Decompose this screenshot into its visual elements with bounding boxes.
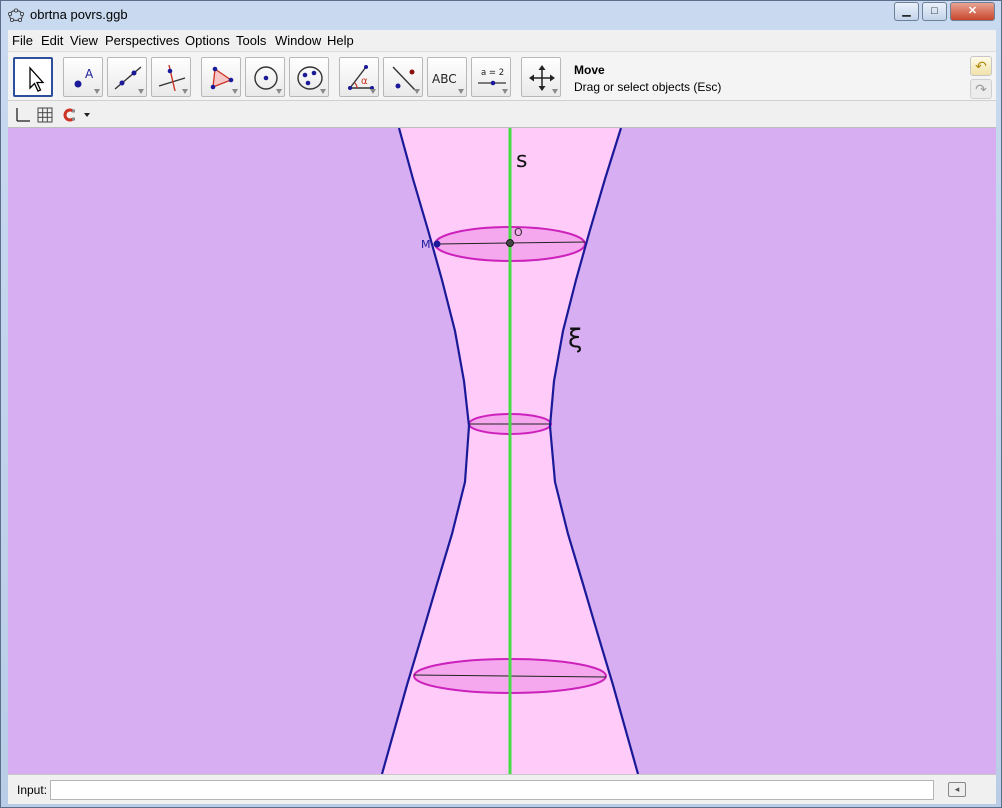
circle-tool[interactable] xyxy=(245,57,285,97)
dropdown-arrow-icon[interactable] xyxy=(78,106,96,124)
window-title: obrtna povrs.ggb xyxy=(30,7,128,22)
redo-button[interactable]: ↷ xyxy=(970,79,992,99)
menu-window[interactable]: Window xyxy=(275,33,321,48)
tool-menu-arrow-icon xyxy=(232,89,238,94)
point-O[interactable] xyxy=(506,239,514,247)
point-M[interactable] xyxy=(433,240,441,248)
point-tool-label: A xyxy=(85,67,94,81)
graphics-view[interactable]: s ξ M O xyxy=(8,128,996,774)
close-button[interactable]: ✕ xyxy=(950,2,995,21)
menu-file[interactable]: File xyxy=(12,33,33,48)
curve-label-xi: ξ xyxy=(568,324,583,354)
axis-label-s: s xyxy=(516,148,528,173)
current-tool-name: Move xyxy=(574,63,605,77)
magnet-icon[interactable] xyxy=(60,106,78,124)
text-tool-label: ABC xyxy=(432,72,457,86)
perpendicular-line-tool[interactable] xyxy=(151,57,191,97)
menu-options[interactable]: Options xyxy=(185,33,230,48)
menu-edit[interactable]: Edit xyxy=(41,33,63,48)
maximize-button[interactable]: □ xyxy=(922,2,947,21)
app-client-area: File Edit View Perspectives Options Tool… xyxy=(8,30,996,804)
line-tool[interactable] xyxy=(107,57,147,97)
point-tool[interactable]: A xyxy=(63,57,103,97)
point-label-O: O xyxy=(514,226,523,239)
title-bar[interactable]: obrtna povrs.ggb ▁ □ ✕ xyxy=(1,1,1001,29)
menu-perspectives[interactable]: Perspectives xyxy=(105,33,179,48)
toolbar: A α ABC a = 2 Move Drag or select object… xyxy=(8,51,996,101)
tool-menu-arrow-icon xyxy=(502,89,508,94)
menu-tools[interactable]: Tools xyxy=(236,33,266,48)
tool-menu-arrow-icon xyxy=(138,89,144,94)
tool-menu-arrow-icon xyxy=(276,89,282,94)
slider-tool[interactable]: a = 2 xyxy=(471,57,511,97)
slider-tool-label: a = 2 xyxy=(481,68,504,78)
graphics-drawing xyxy=(8,128,996,774)
input-bar: Input: ◂ xyxy=(8,774,996,804)
tool-menu-arrow-icon xyxy=(320,89,326,94)
polygon-tool[interactable] xyxy=(201,57,241,97)
app-window: obrtna povrs.ggb ▁ □ ✕ File Edit View Pe… xyxy=(0,0,1002,808)
tool-menu-arrow-icon xyxy=(552,89,558,94)
text-tool[interactable]: ABC xyxy=(427,57,467,97)
algebra-input-field[interactable] xyxy=(50,780,934,800)
axes-icon[interactable] xyxy=(13,106,31,124)
tool-menu-arrow-icon xyxy=(414,89,420,94)
tool-menu-arrow-icon xyxy=(94,89,100,94)
input-help-button[interactable]: ◂ xyxy=(948,782,966,797)
tool-menu-arrow-icon xyxy=(458,89,464,94)
tool-menu-arrow-icon xyxy=(370,89,376,94)
menu-bar: File Edit View Perspectives Options Tool… xyxy=(8,30,996,51)
current-tool-help: Drag or select objects (Esc) xyxy=(574,80,722,94)
point-label-M: M xyxy=(421,238,431,251)
style-bar xyxy=(8,102,996,128)
arrow-pointer-icon xyxy=(29,66,45,92)
minimize-button[interactable]: ▁ xyxy=(894,2,919,21)
angle-tool[interactable]: α xyxy=(339,57,379,97)
angle-tool-label: α xyxy=(361,76,368,87)
input-label: Input: xyxy=(17,783,48,797)
menu-help[interactable]: Help xyxy=(327,33,354,48)
menu-view[interactable]: View xyxy=(70,33,98,48)
move-graphics-view-tool[interactable] xyxy=(521,57,561,97)
reflect-tool[interactable] xyxy=(383,57,423,97)
move-tool[interactable] xyxy=(13,57,53,97)
grid-icon[interactable] xyxy=(36,106,54,124)
conic-tool[interactable] xyxy=(289,57,329,97)
undo-button[interactable]: ↶ xyxy=(970,56,992,76)
geogebra-app-icon xyxy=(8,8,24,22)
tool-menu-arrow-icon xyxy=(182,89,188,94)
